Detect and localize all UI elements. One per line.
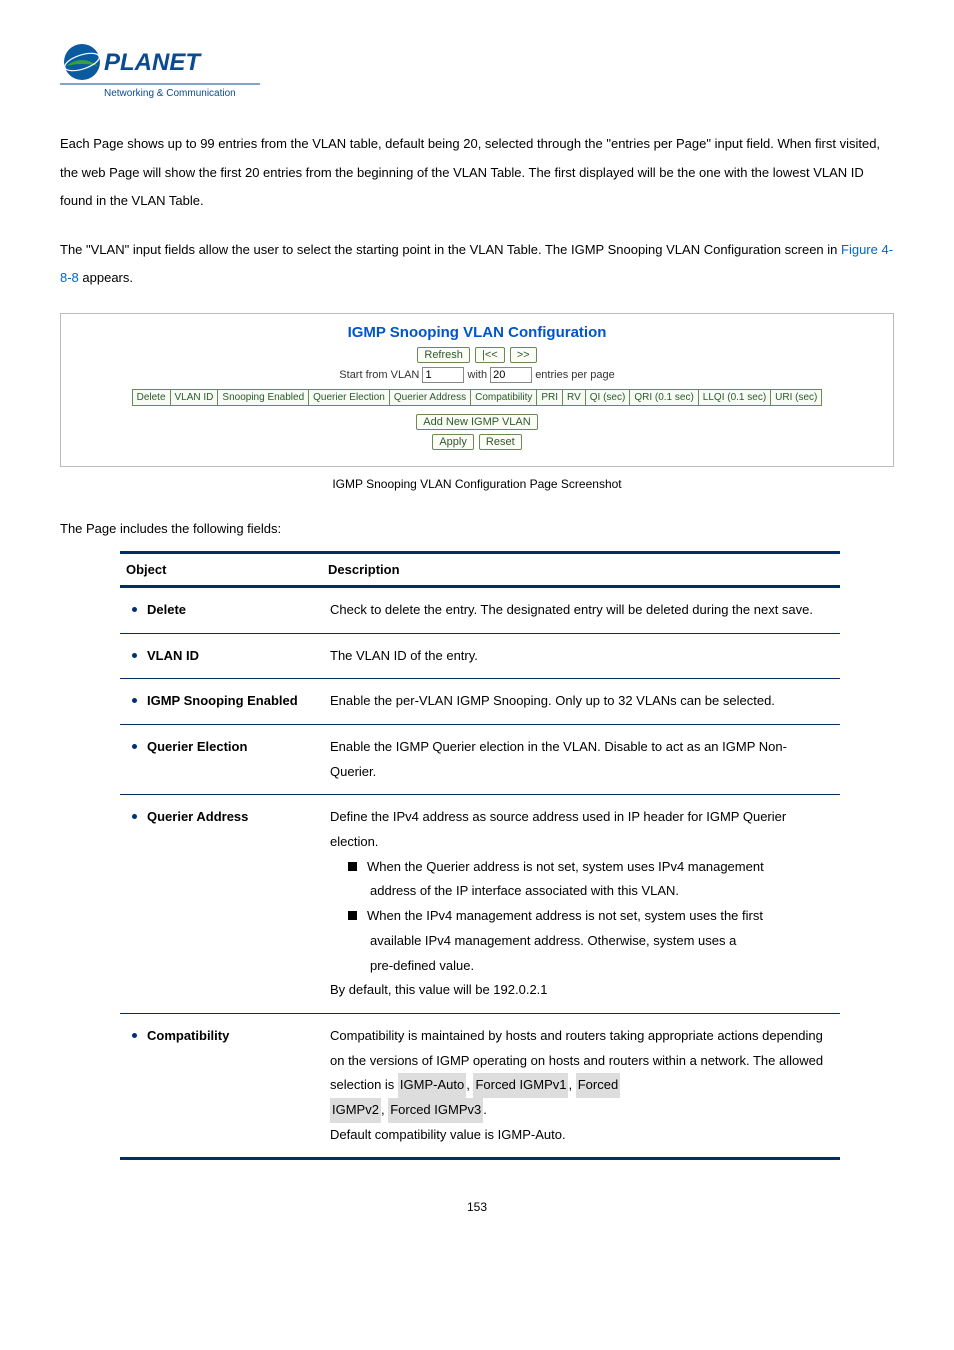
col-uri: URI (sec)	[771, 389, 822, 405]
bullet-icon	[132, 1033, 137, 1038]
col-delete: Delete	[132, 389, 170, 405]
col-compatibility: Compatibility	[471, 389, 537, 405]
bullet-icon	[132, 653, 137, 658]
option-forced: Forced	[576, 1073, 620, 1098]
refresh-button[interactable]: Refresh	[417, 347, 470, 363]
option-auto: IGMP-Auto	[398, 1073, 466, 1098]
fields-table: Object Description Delete Check to delet…	[120, 551, 840, 1160]
config-header-table: Delete VLAN ID Snooping Enabled Querier …	[132, 389, 823, 406]
col-querier-election: Querier Election	[309, 389, 390, 405]
desc-querier-address: Define the IPv4 address as source addres…	[322, 795, 840, 1014]
bullet-icon	[132, 698, 137, 703]
table-row: IGMP Snooping Enabled Enable the per-VLA…	[120, 679, 840, 725]
obj-snooping-enabled: IGMP Snooping Enabled	[147, 693, 298, 708]
desc-compatibility: Compatibility is maintained by hosts and…	[322, 1013, 840, 1158]
svg-text:PLANET: PLANET	[104, 49, 202, 76]
paragraph-1: Each Page shows up to 99 entries from th…	[60, 130, 894, 216]
start-vlan-input[interactable]	[422, 367, 464, 383]
brand-logo: PLANET Networking & Communication	[60, 40, 894, 100]
col-snooping: Snooping Enabled	[218, 389, 309, 405]
table-row: Compatibility Compatibility is maintaine…	[120, 1013, 840, 1158]
option-v1: Forced IGMPv1	[473, 1073, 568, 1098]
screenshot-caption: IGMP Snooping VLAN Configuration Page Sc…	[60, 477, 894, 491]
fields-intro: The Page includes the following fields:	[60, 521, 894, 536]
screenshot-title: IGMP Snooping VLAN Configuration	[69, 324, 885, 341]
apply-button[interactable]: Apply	[432, 434, 474, 450]
square-bullet-icon	[348, 911, 357, 920]
start-label-c: entries per page	[535, 369, 615, 381]
col-qi: QI (sec)	[585, 389, 630, 405]
obj-querier-address: Querier Address	[147, 809, 248, 824]
square-bullet-icon	[348, 862, 357, 871]
start-label-b: with	[468, 369, 491, 381]
config-screenshot: IGMP Snooping VLAN Configuration Refresh…	[60, 313, 894, 467]
obj-compatibility: Compatibility	[147, 1028, 229, 1043]
col-llqi: LLQI (0.1 sec)	[698, 389, 770, 405]
table-row: Delete Check to delete the entry. The de…	[120, 586, 840, 633]
prev-page-button[interactable]: |<<	[475, 347, 505, 363]
obj-delete: Delete	[147, 602, 186, 617]
desc-snooping-enabled: Enable the per-VLAN IGMP Snooping. Only …	[322, 679, 840, 725]
start-label-a: Start from VLAN	[339, 369, 422, 381]
obj-querier-election: Querier Election	[147, 739, 247, 754]
bullet-icon	[132, 814, 137, 819]
paragraph-2: The "VLAN" input fields allow the user t…	[60, 236, 894, 293]
bullet-icon	[132, 744, 137, 749]
col-rv: RV	[563, 389, 586, 405]
desc-querier-election: Enable the IGMP Querier election in the …	[322, 725, 840, 795]
next-page-button[interactable]: >>	[510, 347, 537, 363]
col-qri: QRI (0.1 sec)	[630, 389, 698, 405]
bullet-icon	[132, 607, 137, 612]
option-v2: IGMPv2	[330, 1098, 381, 1123]
table-row: Querier Address Define the IPv4 address …	[120, 795, 840, 1014]
table-row: VLAN ID The VLAN ID of the entry.	[120, 633, 840, 679]
reset-button[interactable]: Reset	[479, 434, 522, 450]
para2-text-a: The "VLAN" input fields allow the user t…	[60, 242, 841, 257]
default-value: IGMP-Auto	[498, 1127, 562, 1142]
svg-text:Networking & Communication: Networking & Communication	[104, 88, 236, 99]
desc-vlan-id: The VLAN ID of the entry.	[322, 633, 840, 679]
entries-per-page-input[interactable]	[490, 367, 532, 383]
col-vlan-id: VLAN ID	[170, 389, 218, 405]
header-description: Description	[322, 552, 840, 586]
col-querier-address: Querier Address	[389, 389, 470, 405]
col-pri: PRI	[537, 389, 563, 405]
table-row: Querier Election Enable the IGMP Querier…	[120, 725, 840, 795]
para2-text-b: appears.	[79, 270, 133, 285]
obj-vlan-id: VLAN ID	[147, 648, 199, 663]
desc-delete: Check to delete the entry. The designate…	[322, 586, 840, 633]
option-v3: Forced IGMPv3	[388, 1098, 483, 1123]
page-number: 153	[60, 1200, 894, 1214]
header-object: Object	[120, 552, 322, 586]
add-vlan-button[interactable]: Add New IGMP VLAN	[416, 414, 537, 430]
